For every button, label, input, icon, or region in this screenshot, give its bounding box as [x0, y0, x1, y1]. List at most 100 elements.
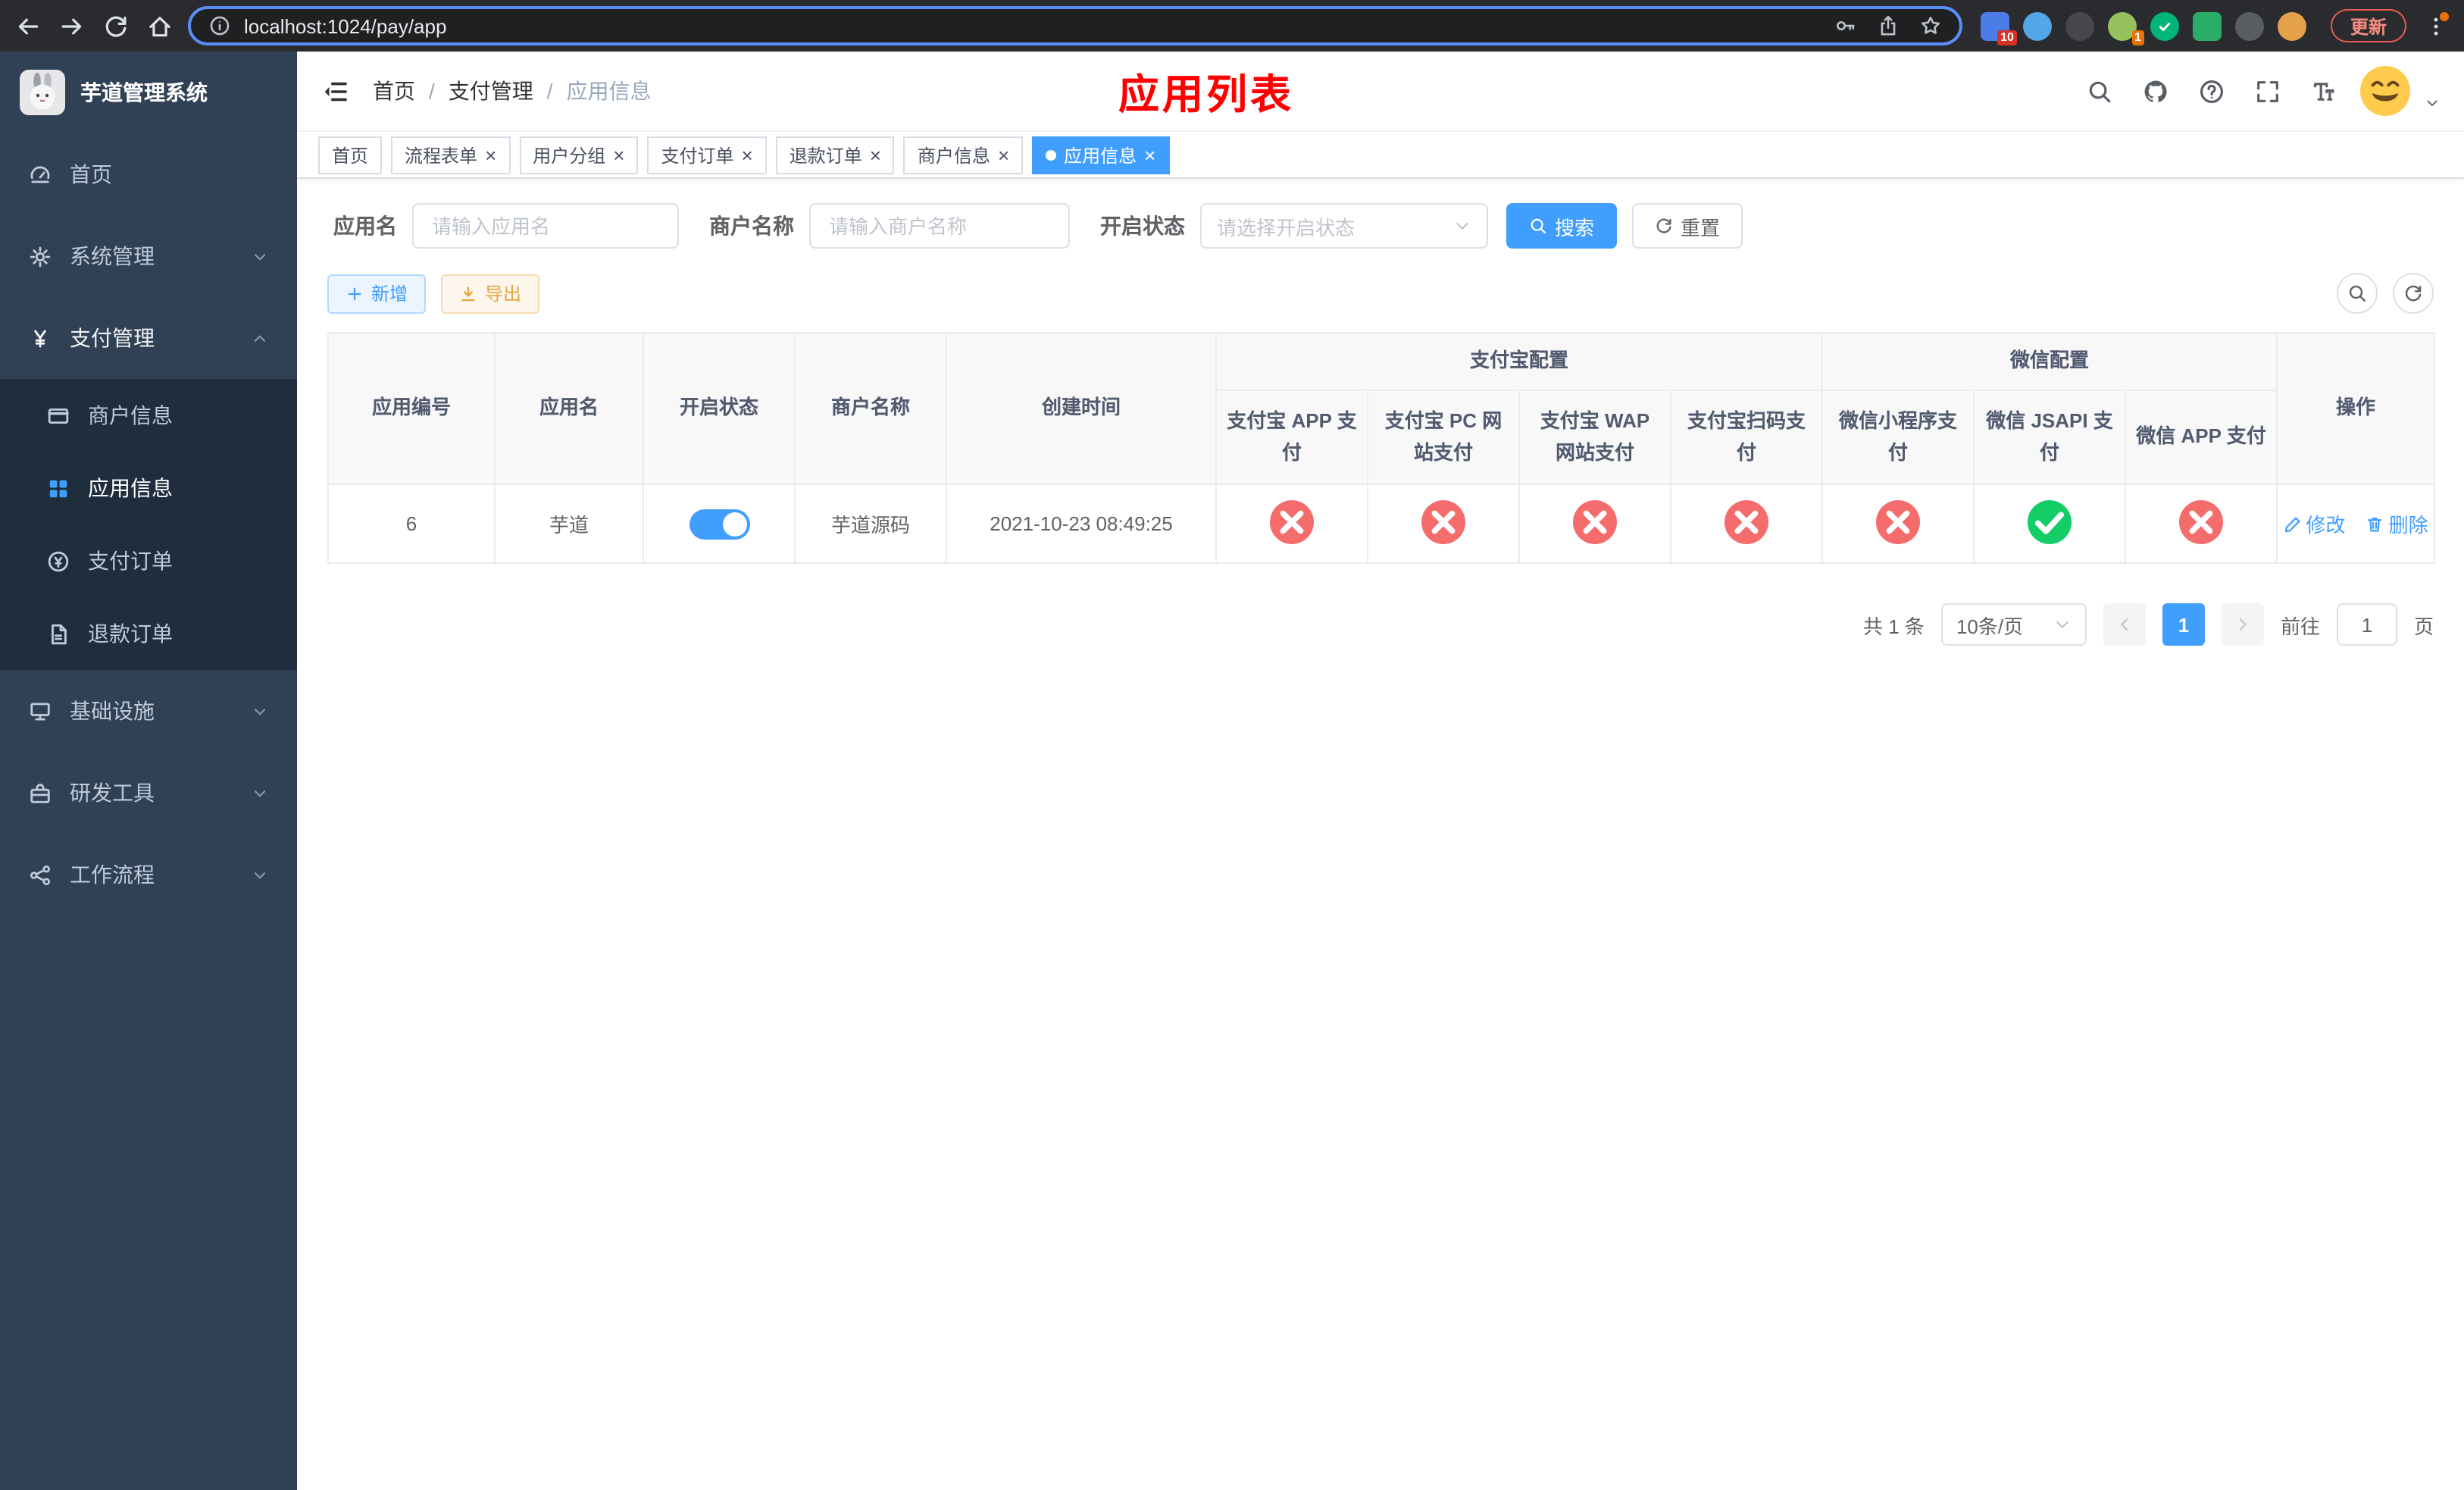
- share-icon[interactable]: [1878, 15, 1899, 36]
- browser-extensions: 10 1: [1980, 11, 2306, 45]
- sidebar-item-infrastructure[interactable]: 基础设施: [0, 670, 297, 752]
- page-1-button[interactable]: 1: [2162, 603, 2205, 646]
- github-icon[interactable]: [2143, 78, 2169, 104]
- page-header: 首页 / 支付管理 / 应用信息 应用列表: [297, 52, 2464, 130]
- tab-close-icon[interactable]: ×: [485, 145, 496, 164]
- export-button[interactable]: 导出: [441, 274, 540, 313]
- url-text: localhost:1024/pay/app: [244, 14, 447, 37]
- cell-wechat-app-status: [2125, 484, 2278, 564]
- status-toggle[interactable]: [689, 509, 749, 539]
- sidebar: 芋道管理系统 首页 系统管理支付管理商户信息 应用信息 支付订单 退款订单 基础设施研发工…: [0, 52, 297, 1490]
- update-button[interactable]: 更新: [2330, 9, 2406, 42]
- screen: localhost:1024/pay/app 10 1 更新 芋道管理系统 首页系: [0, 0, 2464, 1490]
- fullscreen-icon[interactable]: [2255, 78, 2281, 104]
- tab-close-icon[interactable]: ×: [998, 145, 1009, 164]
- font-size-icon[interactable]: [2311, 78, 2337, 104]
- sidebar-collapse-icon[interactable]: [321, 77, 350, 105]
- breadcrumb-separator: /: [546, 79, 553, 103]
- sidebar-item-payment-order[interactable]: 支付订单: [0, 524, 297, 597]
- address-bar[interactable]: localhost:1024/pay/app: [188, 6, 1962, 45]
- refresh-table-button[interactable]: [2393, 273, 2434, 314]
- ext-drop-icon[interactable]: [2022, 11, 2052, 40]
- sidebar-logo[interactable]: 芋道管理系统: [0, 52, 297, 133]
- order-icon: [47, 549, 70, 572]
- help-icon[interactable]: [2199, 78, 2225, 104]
- tab-refund-order[interactable]: 退款订单 ×: [775, 136, 895, 174]
- toggle-search-button[interactable]: [2337, 273, 2378, 314]
- ext-dark-icon[interactable]: [2065, 11, 2094, 40]
- tab-label: 支付订单: [661, 145, 734, 166]
- breadcrumb-payment[interactable]: 支付管理: [449, 76, 533, 106]
- ext-avatar-icon[interactable]: 1: [2107, 11, 2144, 45]
- avatar-dropdown-caret-icon[interactable]: [2425, 95, 2440, 111]
- ext-colorful-icon[interactable]: 10: [1980, 11, 2017, 45]
- tab-close-icon[interactable]: ×: [1144, 145, 1155, 164]
- browser-menu-button[interactable]: [2422, 11, 2449, 37]
- sidebar-item-system[interactable]: 系统管理: [0, 215, 297, 297]
- add-button-label: 新增: [371, 283, 408, 305]
- edit-link[interactable]: 修改: [2283, 509, 2345, 538]
- app-shell: 芋道管理系统 首页 系统管理 支付管理 商户信息 应用信息 支付订单 退款订单 基础设施 研发工…: [0, 52, 2464, 1490]
- add-button[interactable]: 新增: [327, 274, 427, 313]
- breadcrumb-home[interactable]: 首页: [373, 76, 415, 106]
- reset-button[interactable]: 重置: [1632, 203, 1743, 249]
- tab-home[interactable]: 首页: [318, 136, 383, 174]
- page-size-select[interactable]: 10条/页: [1940, 603, 2087, 646]
- sidebar-item-app-info[interactable]: 应用信息: [0, 452, 297, 524]
- col-wechat-mini: 微信小程序支付: [1821, 390, 1975, 485]
- col-status: 开启状态: [643, 332, 796, 485]
- ext-pin-dark-icon[interactable]: [2234, 11, 2264, 40]
- sidebar-item-refund-order[interactable]: 退款订单: [0, 597, 297, 670]
- goto-page-input[interactable]: [2336, 603, 2397, 646]
- header-tool-icons: [2087, 78, 2337, 104]
- tab-close-icon[interactable]: ×: [613, 145, 624, 164]
- status-select[interactable]: 请选择开启状态: [1200, 203, 1488, 249]
- tab-process-form[interactable]: 流程表单 ×: [391, 136, 511, 174]
- app-name-input[interactable]: [412, 203, 679, 249]
- merchant-name-input[interactable]: [809, 203, 1070, 249]
- ext-green-check-icon[interactable]: [2150, 11, 2179, 40]
- sidebar-item-payment[interactable]: 支付管理: [0, 297, 297, 379]
- extension-glyph-check: [2156, 17, 2173, 34]
- browser-back-button[interactable]: [15, 13, 41, 39]
- next-page-button[interactable]: [2221, 603, 2264, 646]
- site-info-icon[interactable]: [209, 15, 230, 36]
- sidebar-item-merchant-info[interactable]: 商户信息: [0, 379, 297, 452]
- browser-home-button[interactable]: [147, 13, 173, 39]
- update-notification-dot: [2440, 11, 2449, 20]
- apps-table: 应用编号 应用名 开启状态 商户名称 创建时间 支付宝配置 微信配置 操作 支付…: [327, 332, 2436, 564]
- password-key-icon[interactable]: [1835, 15, 1856, 36]
- sidebar-nav: 首页 系统管理支付管理商户信息 应用信息 支付订单 退款订单 基础设施研发工具工作流程: [0, 133, 297, 916]
- arrow-left-icon: [15, 13, 41, 39]
- user-avatar[interactable]: [2358, 64, 2412, 118]
- sidebar-item-label: 支付管理: [70, 326, 155, 350]
- trash-icon: [2366, 515, 2384, 533]
- sidebar-item-label: 研发工具: [70, 781, 155, 805]
- tab-app-info[interactable]: 应用信息 ×: [1032, 136, 1170, 174]
- tab-pay-order[interactable]: 支付订单 ×: [647, 136, 767, 174]
- main-area: 首页 / 支付管理 / 应用信息 应用列表 首页 流程表单 × 用户分组 × 支付订单 × 退…: [297, 52, 2464, 1490]
- search-icon: [1529, 217, 1547, 235]
- tab-close-icon[interactable]: ×: [742, 145, 753, 164]
- tab-merchant-info[interactable]: 商户信息 ×: [903, 136, 1024, 174]
- prev-page-button[interactable]: [2103, 603, 2146, 646]
- sidebar-item-home[interactable]: 首页: [0, 133, 297, 215]
- ext-chat-green-icon[interactable]: [2192, 11, 2222, 40]
- ext-monkey-icon[interactable]: [2277, 11, 2306, 40]
- app-title: 芋道管理系统: [80, 80, 208, 105]
- col-alipay-pc: 支付宝 PC 网站支付: [1367, 390, 1520, 485]
- search-button[interactable]: 搜索: [1506, 203, 1618, 249]
- tab-close-icon[interactable]: ×: [870, 145, 881, 164]
- chevron-down-icon: [252, 703, 268, 719]
- tab-user-group[interactable]: 用户分组 ×: [519, 136, 639, 174]
- browser-reload-button[interactable]: [103, 13, 129, 39]
- edit-label: 修改: [2306, 514, 2346, 537]
- bookmark-star-icon[interactable]: [1920, 15, 1941, 36]
- browser-forward-button[interactable]: [59, 13, 85, 39]
- header-search-icon[interactable]: [2087, 78, 2112, 104]
- goto-suffix: 页: [2413, 615, 2434, 637]
- sidebar-item-workflow[interactable]: 工作流程: [0, 834, 297, 916]
- delete-link[interactable]: 删除: [2366, 509, 2428, 538]
- sidebar-item-dev-tools[interactable]: 研发工具: [0, 752, 297, 834]
- tab-active-dot: [1046, 149, 1057, 160]
